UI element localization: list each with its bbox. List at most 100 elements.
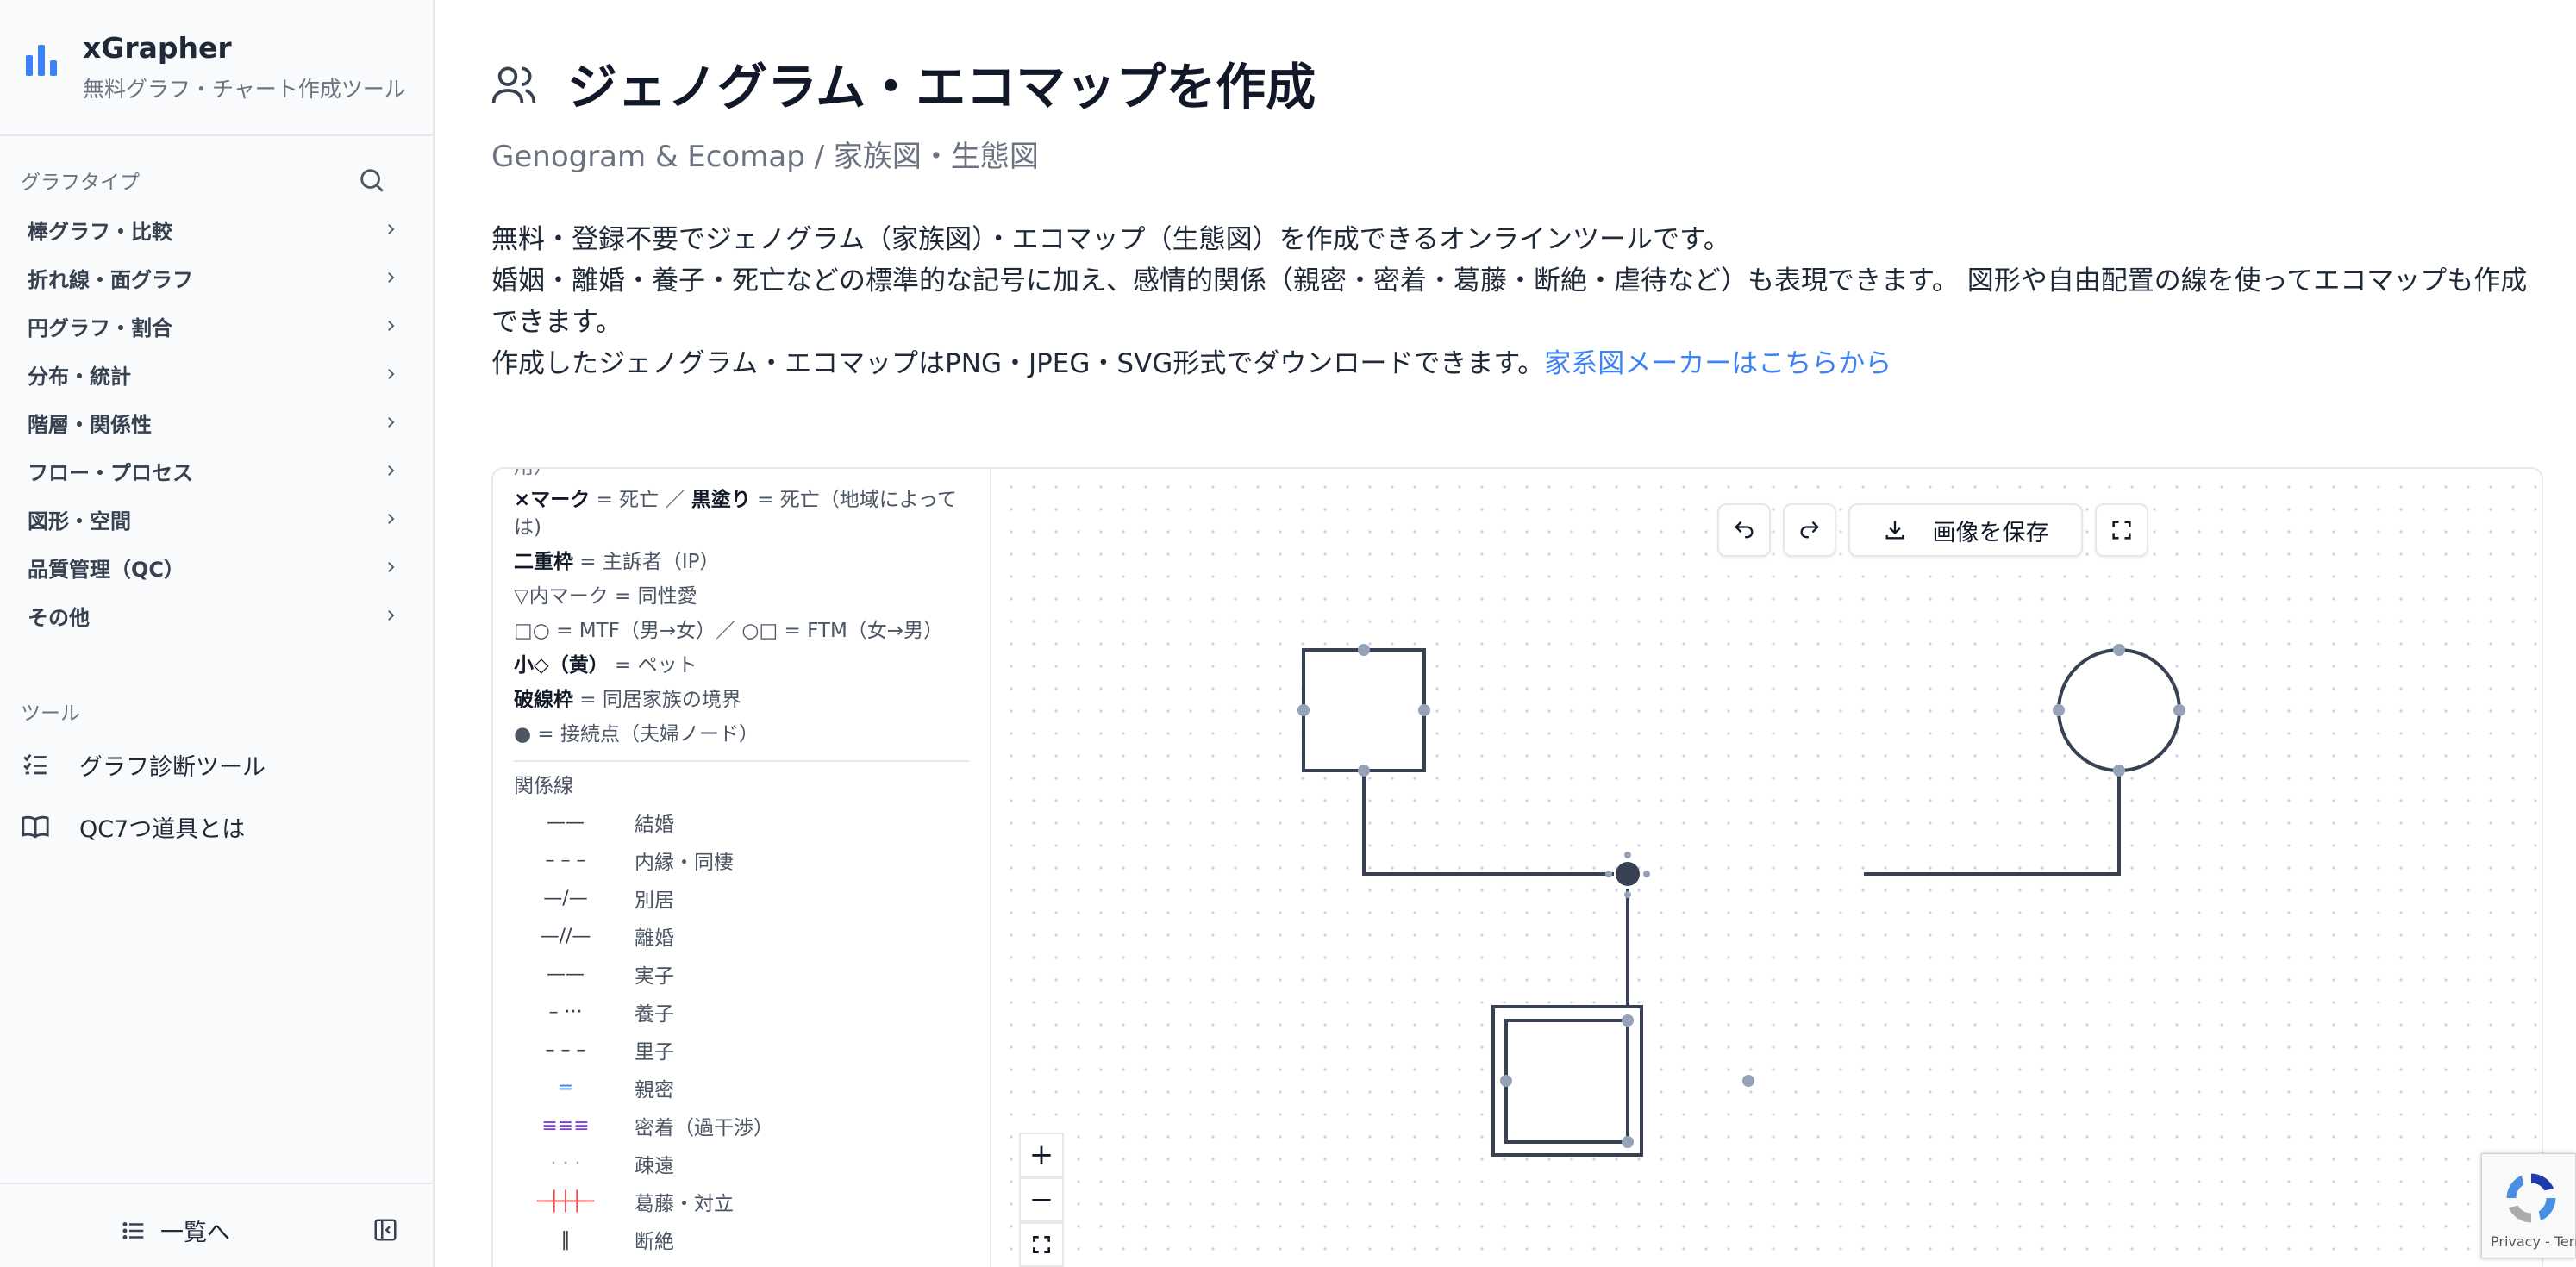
search-icon[interactable] [357, 165, 386, 195]
female-node[interactable] [2057, 648, 2181, 772]
handle-dot[interactable] [1643, 871, 1650, 877]
list-icon [122, 1221, 144, 1239]
legend-row-homosexual: ▽内マーク = 同性愛 [514, 585, 697, 608]
relation-biological: —— 実子 [547, 963, 674, 989]
sidebar-item-bar[interactable]: 棒グラフ・比較 [28, 210, 398, 248]
marriage-line-left[interactable] [1362, 771, 1614, 876]
handle-dot[interactable] [1742, 1075, 1754, 1087]
page-title: ジェノグラム・エコマップを作成 [567, 58, 1316, 116]
sidebar-item-label: 図形・空間 [28, 509, 131, 534]
diagram-canvas[interactable]: 画像を保存 + − [993, 469, 2543, 1267]
sidebar-item-label: 階層・関係性 [28, 412, 152, 437]
sidebar: xGrapher 無料グラフ・チャート作成ツール グラフタイプ 棒グラフ・比較 … [0, 0, 435, 1267]
relation-adopted: – ··· 養子 [548, 1001, 675, 1027]
tools-label: ツール [21, 702, 80, 725]
page-description: 無料・登録不要でジェノグラム（家族図）・エコマップ（生態図）を作成できるオンライ… [491, 219, 2543, 384]
relation-close: ═ 親密 [560, 1077, 674, 1102]
sidebar-item-hierarchy[interactable]: 階層・関係性 [28, 403, 398, 441]
tool-label: グラフ診断ツール [79, 753, 266, 781]
handle-dot[interactable] [1624, 852, 1631, 858]
desc-line-3: 作成したジェノグラム・エコマップはPNG・JPEG・SVG形式でダウンロードでき… [491, 343, 2543, 384]
legend-row-node: ● = 接続点（夫婦ノード） [514, 723, 759, 746]
undo-button[interactable] [1717, 503, 1771, 557]
sidebar-item-qc[interactable]: 品質管理（QC） [28, 548, 398, 586]
tool-graph-diagnosis[interactable]: グラフ診断ツール [21, 743, 266, 786]
handle-dot[interactable] [2113, 765, 2125, 777]
zoom-in-button[interactable]: + [1019, 1133, 1064, 1177]
handle-dot[interactable] [1622, 1136, 1634, 1148]
male-node[interactable] [1302, 648, 1426, 772]
sidebar-item-label: 分布・統計 [28, 364, 131, 389]
chevron-right-icon [388, 369, 395, 379]
sidebar-item-label: 折れ線・面グラフ [28, 267, 193, 292]
handle-dot[interactable] [1297, 704, 1310, 716]
brand[interactable]: xGrapher 無料グラフ・チャート作成ツール [0, 0, 433, 136]
chevron-right-icon [388, 514, 395, 524]
relation-divorce: —//— 離婚 [540, 925, 674, 951]
genogram-editor: 用） ×マーク = 死亡 ／ 黒塗り = 死亡（地域によっては) 二重枠 = 主… [491, 467, 2543, 1267]
sidebar-item-distribution[interactable]: 分布・統計 [28, 355, 398, 393]
sidebar-footer: 一覧へ [0, 1183, 433, 1267]
graph-types-label: グラフタイプ [21, 172, 140, 194]
brand-name: xGrapher [83, 31, 232, 65]
relation-enmeshed: ≡≡≡ 密着（過干渉） [541, 1114, 773, 1140]
collapse-sidebar-icon[interactable] [372, 1217, 398, 1243]
zoom-out-button[interactable]: − [1019, 1177, 1064, 1222]
relation-marriage: —— 結婚 [547, 811, 674, 837]
legend-row-household: 破線枠 = 同居家族の境界 [514, 689, 741, 711]
child-ip-node-inner[interactable] [1504, 1019, 1629, 1144]
tool-qc7[interactable]: QC7つ道具とは [21, 805, 245, 848]
handle-dot[interactable] [1622, 1014, 1634, 1027]
list-check-icon [23, 753, 47, 775]
fullscreen-button[interactable] [2095, 503, 2148, 557]
back-to-list-button[interactable]: 一覧へ [121, 1214, 230, 1247]
recaptcha-badge[interactable]: Privacy - Terms [2481, 1153, 2576, 1258]
recaptcha-privacy-text[interactable]: Privacy - Terms [2491, 1233, 2576, 1250]
marriage-line-right[interactable] [1864, 771, 2121, 876]
legend-panel[interactable]: 用） ×マーク = 死亡 ／ 黒塗り = 死亡（地域によっては) 二重枠 = 主… [493, 469, 991, 1267]
sidebar-item-pie[interactable]: 円グラフ・割合 [28, 307, 398, 345]
fit-view-icon [1033, 1236, 1050, 1253]
handle-dot[interactable] [1358, 644, 1370, 656]
redo-button[interactable] [1783, 503, 1836, 557]
handle-dot[interactable] [1624, 891, 1631, 898]
brand-tagline: 無料グラフ・チャート作成ツール [83, 77, 406, 102]
family-tree-link[interactable]: 家系図メーカーはこちらから [1544, 348, 1891, 379]
handle-dot[interactable] [1605, 871, 1612, 877]
legend-row-pet: 小◇（黄） = ペット [514, 654, 697, 677]
sidebar-item-label: 品質管理（QC） [28, 557, 185, 582]
chevron-right-icon [388, 417, 395, 428]
handle-dot[interactable] [1418, 704, 1430, 716]
sidebar-item-other[interactable]: その他 [28, 596, 398, 634]
handle-dot[interactable] [2113, 644, 2125, 656]
desc-line-2: 婚姻・離婚・養子・死亡などの標準的な記号に加え、感情的関係（親密・密着・葛藤・断… [491, 265, 2528, 338]
page-subtitle: Genogram & Ecomap / 家族図・生態図 [491, 140, 1039, 174]
chevron-right-icon [388, 610, 395, 621]
back-to-list-label: 一覧へ [160, 1220, 230, 1246]
sidebar-item-label: その他 [28, 605, 90, 630]
sidebar-item-flow[interactable]: フロー・プロセス [28, 452, 398, 490]
undo-icon [1735, 521, 1754, 539]
handle-dot[interactable] [2053, 704, 2065, 716]
handle-dot[interactable] [1500, 1075, 1512, 1087]
handle-dot[interactable] [2173, 704, 2185, 716]
chevron-right-icon [388, 321, 395, 331]
chevron-right-icon [388, 224, 395, 234]
sidebar-item-label: 棒グラフ・比較 [28, 219, 172, 244]
sidebar-item-line[interactable]: 折れ線・面グラフ [28, 259, 398, 296]
desc-line-3-text: 作成したジェノグラム・エコマップはPNG・JPEG・SVG形式でダウンロードでき… [491, 348, 1545, 379]
relations-heading: 関係線 [514, 775, 573, 797]
relation-cohabit: – – – 内縁・同棲 [545, 849, 735, 875]
sidebar-item-shape[interactable]: 図形・空間 [28, 500, 398, 538]
save-image-button[interactable]: 画像を保存 [1848, 503, 2083, 557]
genogram-diagram[interactable] [993, 469, 2543, 1267]
recaptcha-icon [2506, 1173, 2556, 1223]
couple-node[interactable] [1616, 862, 1640, 886]
legend-row-ip: 二重枠 = 主訴者（IP） [514, 551, 720, 573]
legend-divider [514, 760, 969, 762]
book-icon [22, 815, 49, 839]
legend-row-death: ×マーク = 死亡 ／ 黒塗り = 死亡（地域によっては) [514, 489, 957, 539]
handle-dot[interactable] [1358, 765, 1370, 777]
fit-view-button[interactable] [1019, 1222, 1064, 1267]
relation-cutoff: ‖ 断絶 [560, 1228, 675, 1254]
